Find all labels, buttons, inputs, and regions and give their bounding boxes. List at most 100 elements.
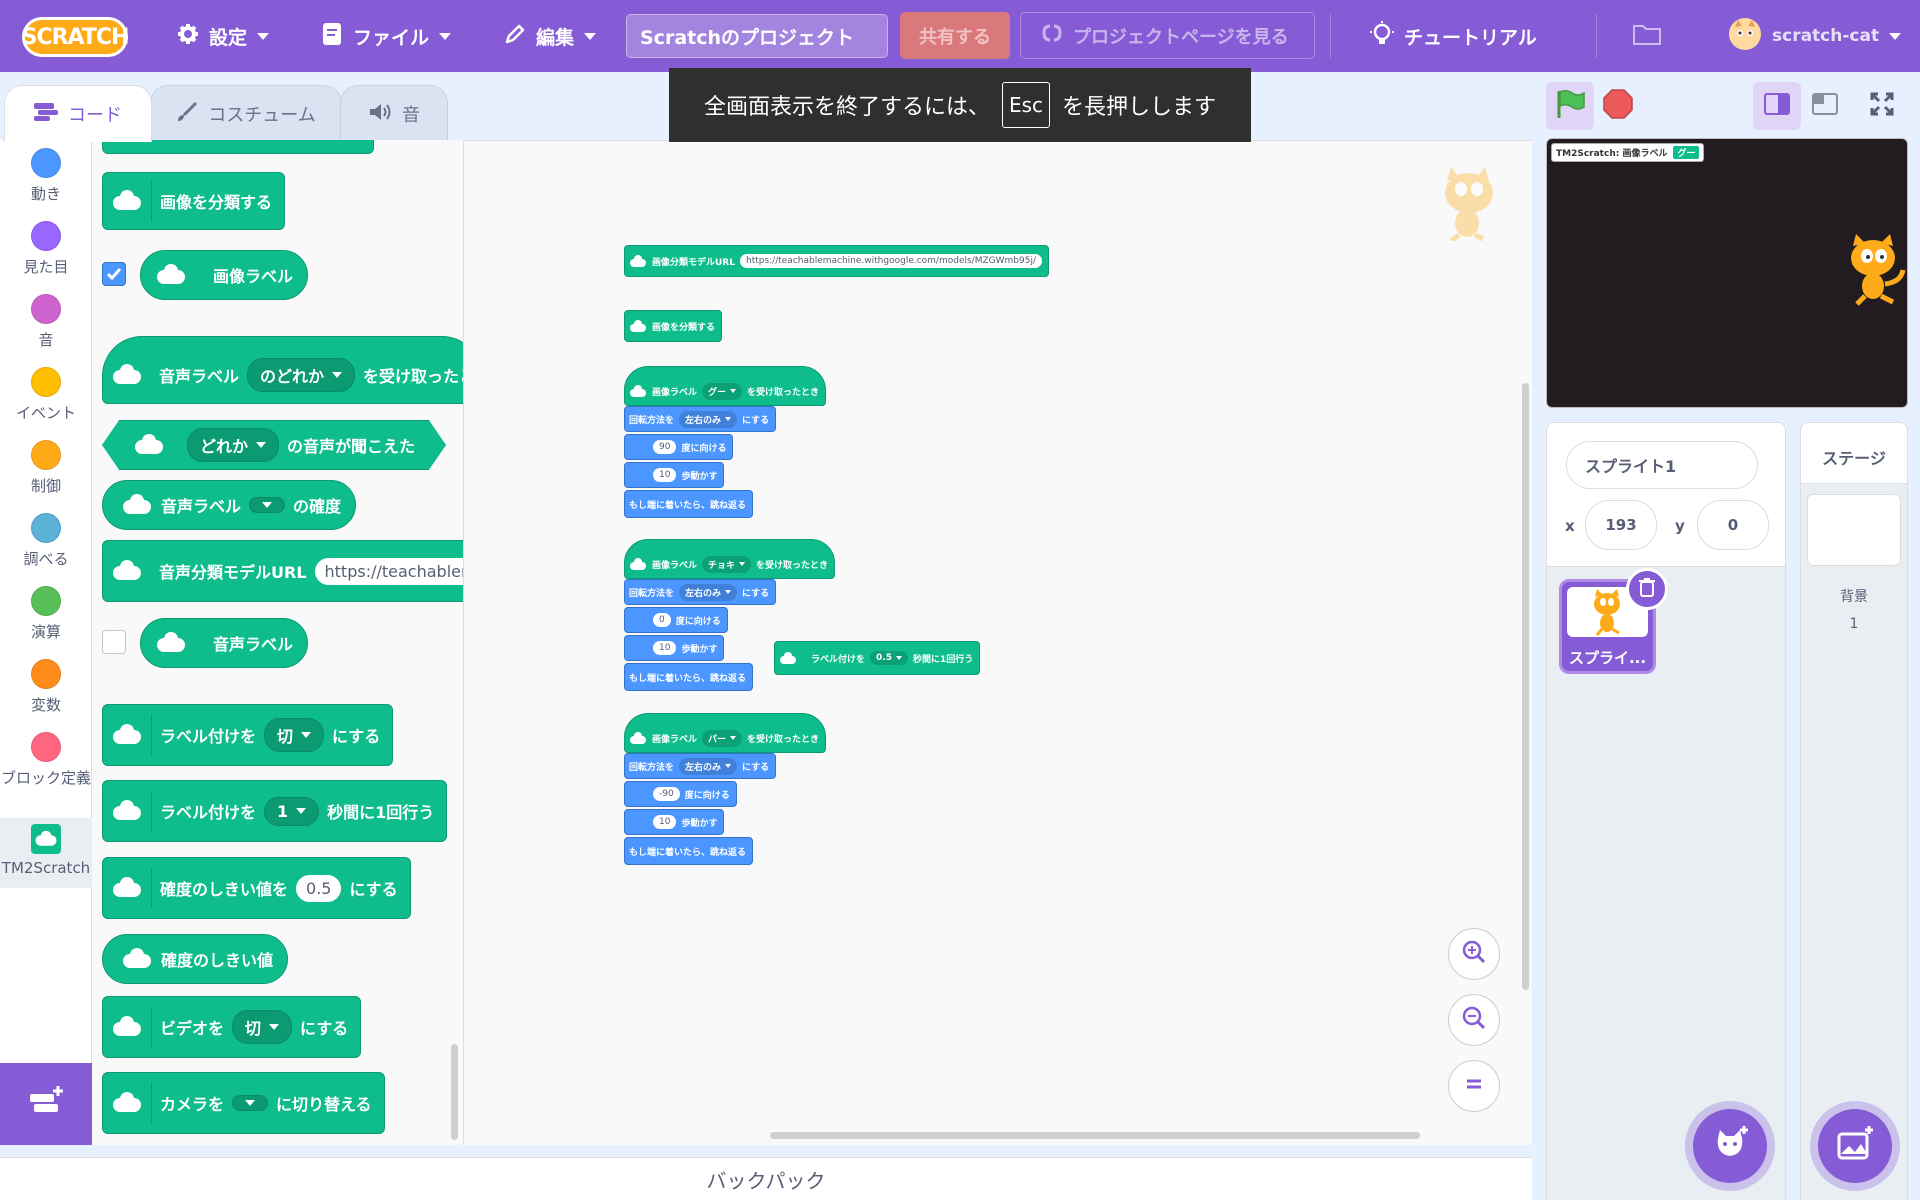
file-menu[interactable]: ファイル xyxy=(321,0,452,72)
zoom-in-button[interactable] xyxy=(1448,928,1500,980)
image-label-dropdown[interactable]: グー xyxy=(702,382,743,400)
category-tm2scratch[interactable]: TM2Scratch xyxy=(0,818,92,888)
see-project-page-button[interactable]: プロジェクトページを見る xyxy=(1020,12,1315,59)
palette-scrollbar[interactable] xyxy=(451,1044,458,1140)
category-my-blocks[interactable]: ブロック定義 xyxy=(0,732,92,788)
tab-code[interactable]: コード xyxy=(4,85,152,142)
project-title-input[interactable]: Scratchのプロジェクト xyxy=(626,14,888,58)
variable-monitor[interactable]: TM2Scratch: 画像ラベル グー xyxy=(1551,143,1705,162)
image-label-dropdown[interactable]: パー xyxy=(702,729,743,747)
block-move-steps[interactable]: 10 歩動かす xyxy=(624,635,725,661)
category-sound[interactable]: 音 xyxy=(0,294,92,350)
block-when-image-label-1[interactable]: 画像ラベル グー を受け取ったとき xyxy=(624,366,827,406)
image-label-dropdown[interactable]: チョキ xyxy=(702,555,752,573)
palette-block-switch-camera[interactable]: カメラを に切り替える xyxy=(102,1072,385,1134)
my-stuff-button[interactable] xyxy=(1632,0,1662,72)
block-point-direction[interactable]: 90 度に向ける xyxy=(624,434,734,460)
sprite-cat[interactable] xyxy=(1841,234,1907,310)
x-input[interactable]: 193 xyxy=(1585,500,1657,550)
stop-button[interactable] xyxy=(1594,82,1642,130)
large-stage-button[interactable] xyxy=(1801,82,1849,130)
palette-block-labeling-interval[interactable]: ラベル付けを 1 秒間に1回行う xyxy=(102,780,448,842)
camera-dropdown[interactable] xyxy=(232,1095,269,1111)
fullscreen-button[interactable] xyxy=(1858,82,1906,130)
settings-menu[interactable]: 設定 xyxy=(177,0,270,72)
palette-block-sound-label-reporter[interactable]: 音声ラベル xyxy=(140,618,309,668)
backpack-header[interactable]: バックパック xyxy=(0,1157,1532,1200)
block-move-steps[interactable]: 10 歩動かす xyxy=(624,462,725,488)
block-set-rotation-style[interactable]: 回転方法を 左右のみ にする xyxy=(624,753,777,779)
palette-block-partial[interactable] xyxy=(102,140,374,154)
category-control[interactable]: 制御 xyxy=(0,440,92,496)
confidence-dropdown[interactable] xyxy=(249,497,286,513)
palette-block-sound-model-url[interactable]: 音声分類モデルURL https://teachablemachine xyxy=(102,540,463,602)
direction-field[interactable]: 90 xyxy=(653,440,677,454)
small-stage-button[interactable] xyxy=(1753,82,1801,130)
block-set-rotation-style[interactable]: 回転方法を 左右のみ にする xyxy=(624,406,777,432)
direction-field[interactable]: -90 xyxy=(653,787,680,801)
block-classify-image[interactable]: 画像を分類する xyxy=(624,310,723,342)
category-variables[interactable]: 変数 xyxy=(0,659,92,715)
labeling-dropdown[interactable]: 切 xyxy=(264,718,325,752)
backdrop-thumbnail[interactable] xyxy=(1807,494,1901,566)
interval-dropdown[interactable]: 1 xyxy=(264,796,320,826)
block-set-rotation-style[interactable]: 回転方法を 左右のみ にする xyxy=(624,579,777,605)
model-url-field[interactable]: https://teachablemachine.withgoogle.com/… xyxy=(739,254,1042,268)
block-bounce-on-edge[interactable]: もし端に着いたら、跳ね返る xyxy=(624,837,754,865)
zoom-out-button[interactable] xyxy=(1448,994,1500,1046)
add-extension-button[interactable] xyxy=(0,1063,92,1145)
block-when-image-label-3[interactable]: 画像ラベル パー を受け取ったとき xyxy=(624,713,827,753)
category-operators[interactable]: 演算 xyxy=(0,586,92,642)
sound-model-url-field[interactable]: https://teachablemachine xyxy=(314,557,463,585)
threshold-field[interactable]: 0.5 xyxy=(296,874,342,902)
edit-menu[interactable]: 編集 xyxy=(504,0,597,72)
add-sprite-button[interactable] xyxy=(1693,1109,1767,1183)
rotation-dropdown[interactable]: 左右のみ xyxy=(679,410,738,428)
block-bounce-on-edge[interactable]: もし端に着いたら、跳ね返る xyxy=(624,663,754,691)
delete-sprite-button[interactable] xyxy=(1626,568,1668,610)
palette-block-labeling-switch[interactable]: ラベル付けを 切 にする xyxy=(102,704,394,766)
steps-field[interactable]: 10 xyxy=(653,641,677,655)
green-flag-button[interactable] xyxy=(1546,82,1594,130)
category-motion[interactable]: 動き xyxy=(0,148,92,204)
tab-costumes[interactable]: コスチューム xyxy=(150,85,342,142)
block-bounce-on-edge[interactable]: もし端に着いたら、跳ね返る xyxy=(624,490,754,518)
block-point-direction[interactable]: -90 度に向ける xyxy=(624,781,737,807)
category-looks[interactable]: 見た目 xyxy=(0,221,92,277)
heard-dropdown[interactable]: どれか xyxy=(187,428,280,462)
block-set-image-model-url[interactable]: 画像分類モデルURL https://teachablemachine.with… xyxy=(624,245,1049,277)
rotation-dropdown[interactable]: 左右のみ xyxy=(679,583,738,601)
palette-block-sound-heard[interactable]: どれか の音声が聞こえた xyxy=(102,420,447,470)
stage-selector-pane[interactable]: ステージ 背景 1 xyxy=(1800,422,1908,1200)
rotation-dropdown[interactable]: 左右のみ xyxy=(679,757,738,775)
sound-label-checkbox[interactable] xyxy=(102,630,126,654)
palette-block-set-threshold[interactable]: 確度のしきい値を 0.5 にする xyxy=(102,857,411,919)
y-input[interactable]: 0 xyxy=(1697,500,1769,550)
block-labeling-interval[interactable]: ラベル付けを 0.5 秒間に1回行う xyxy=(774,641,981,675)
workspace-vertical-scrollbar[interactable] xyxy=(1522,383,1529,990)
sound-label-dropdown[interactable]: のどれか xyxy=(247,358,356,392)
image-label-checkbox[interactable] xyxy=(102,262,126,286)
sprite-name-input[interactable]: スプライト1 xyxy=(1566,441,1758,489)
scratch-logo[interactable]: SCRATCH xyxy=(22,17,129,57)
block-point-direction[interactable]: 0 度に向ける xyxy=(624,607,728,633)
steps-field[interactable]: 10 xyxy=(653,468,677,482)
zoom-reset-button[interactable] xyxy=(1448,1060,1500,1112)
add-backdrop-button[interactable] xyxy=(1818,1109,1892,1183)
code-workspace[interactable]: 画像分類モデルURL https://teachablemachine.with… xyxy=(464,140,1532,1145)
tab-sounds[interactable]: 音 xyxy=(340,85,448,142)
category-sensing[interactable]: 調べる xyxy=(0,513,92,569)
account-menu[interactable]: scratch-cat xyxy=(1728,0,1902,72)
palette-block-threshold-reporter[interactable]: 確度のしきい値 xyxy=(102,934,289,984)
tutorials-button[interactable]: チュートリアル xyxy=(1370,0,1537,72)
block-move-steps[interactable]: 10 歩動かす xyxy=(624,809,725,835)
video-dropdown[interactable]: 切 xyxy=(232,1010,293,1044)
palette-block-when-sound-label[interactable]: 音声ラベル のどれか を受け取ったとき xyxy=(102,336,463,404)
palette-block-sound-confidence[interactable]: 音声ラベル の確度 xyxy=(102,480,357,530)
palette-block-video-toggle[interactable]: ビデオを 切 にする xyxy=(102,996,362,1058)
interval-dropdown[interactable]: 0.5 xyxy=(870,651,908,665)
direction-field[interactable]: 0 xyxy=(653,613,671,627)
steps-field[interactable]: 10 xyxy=(653,815,677,829)
palette-block-image-label-reporter[interactable]: 画像ラベル xyxy=(140,250,309,300)
category-events[interactable]: イベント xyxy=(0,367,92,423)
